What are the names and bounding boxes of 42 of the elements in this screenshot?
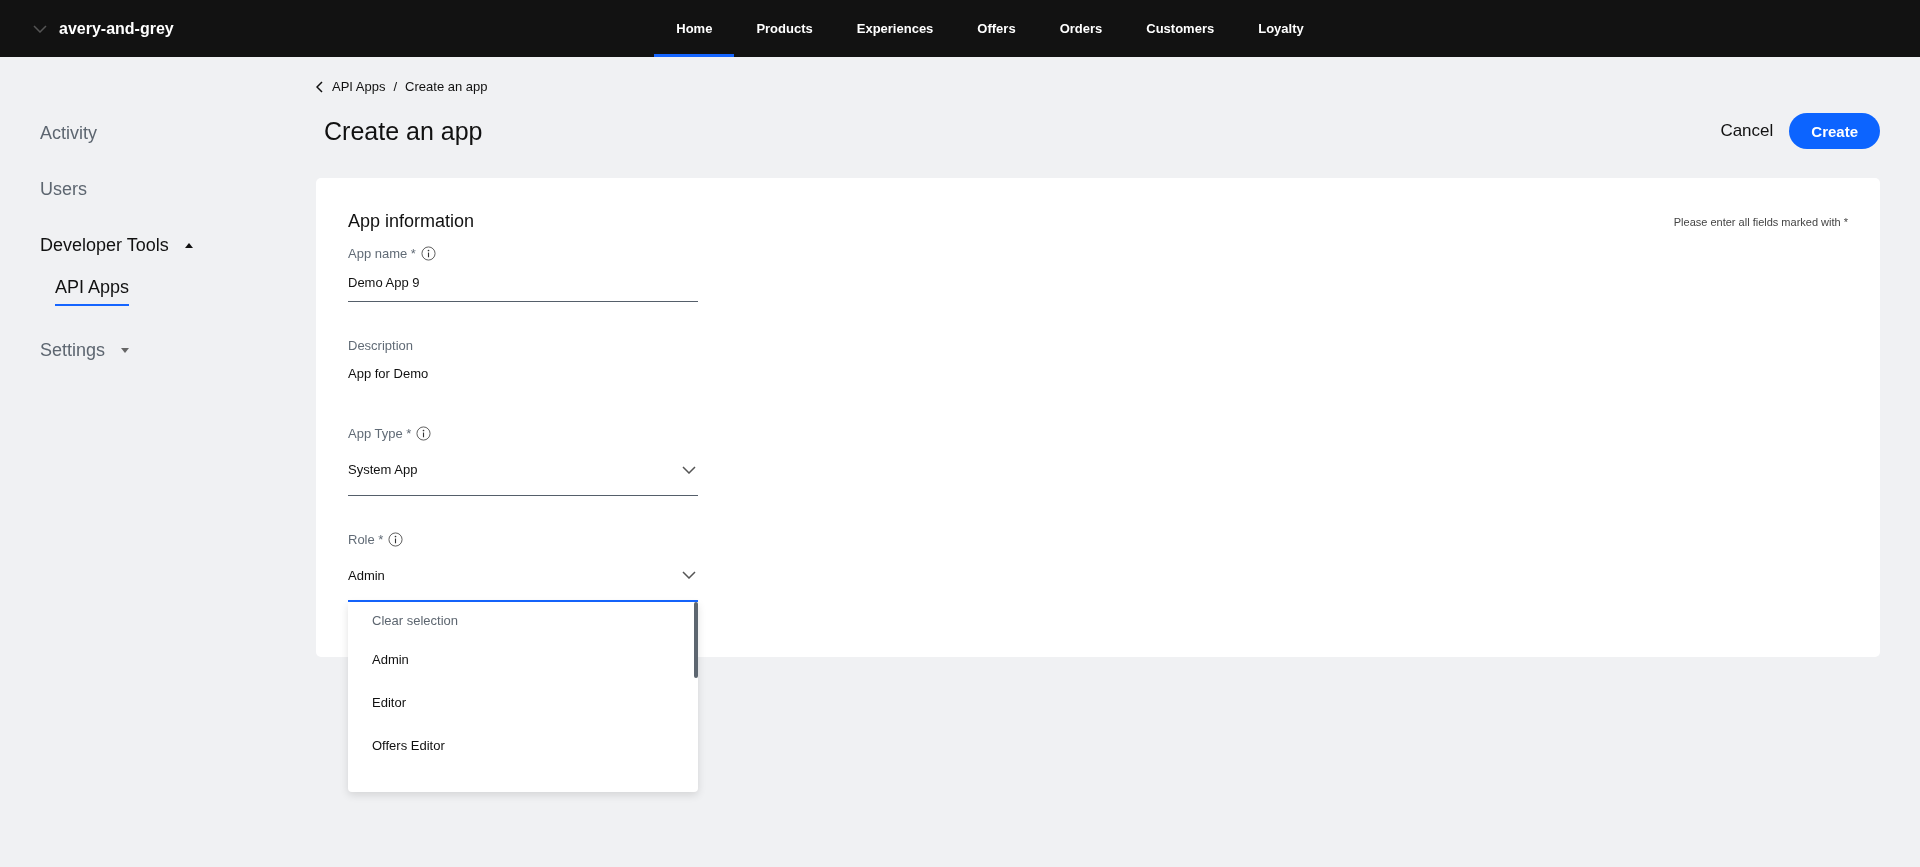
dropdown-option[interactable]: Admin	[348, 638, 698, 681]
chevron-down-icon	[682, 571, 696, 579]
nav-tab[interactable]: Home	[654, 0, 735, 57]
sidebar-item[interactable]: Settings	[40, 322, 130, 378]
sidebar-item[interactable]: Developer Tools	[40, 217, 193, 273]
field-label: Description	[348, 337, 414, 353]
field-value: App for Demo	[348, 364, 430, 383]
info-icon[interactable]	[416, 425, 432, 441]
nav-tab[interactable]: Offers	[955, 0, 1038, 57]
info-icon[interactable]	[388, 531, 404, 547]
info-icon[interactable]	[420, 245, 436, 261]
clear-option[interactable]: Clear selection	[348, 602, 698, 638]
nav-tab[interactable]: Loyalty	[1236, 0, 1326, 57]
field-label: App name *	[348, 245, 416, 261]
field-label: Role *	[348, 531, 384, 547]
create-button[interactable]: Create	[1789, 113, 1880, 149]
required-hint: Please enter all fields marked with *	[1673, 215, 1848, 228]
field-label: App Type *	[348, 425, 412, 441]
sidebar-subitem[interactable]: API Apps	[55, 277, 130, 306]
section-title: App information	[348, 211, 475, 232]
dropdown-option[interactable]: Editor	[348, 681, 698, 724]
brand-name[interactable]: avery-and-grey	[59, 19, 174, 38]
chevron-down-icon	[682, 465, 696, 474]
nav-tab[interactable]: Orders	[1037, 0, 1125, 57]
page-title: Create an app	[324, 116, 484, 146]
dropdown-option[interactable]: Offers Editor	[348, 724, 698, 767]
nav-tab[interactable]: Products	[734, 0, 835, 57]
expand-icon	[121, 347, 130, 353]
input-field[interactable]: Demo App 9	[348, 264, 698, 302]
nav-tab[interactable]: Customers	[1124, 0, 1237, 57]
chevron-down-icon	[33, 24, 47, 33]
cancel-button[interactable]: Cancel	[1714, 120, 1780, 142]
breadcrumb-current: Create an app	[405, 79, 488, 94]
sidebar-item[interactable]: Users	[40, 161, 87, 217]
scrollbar[interactable]	[694, 602, 698, 678]
sidebar-item[interactable]: Activity	[40, 105, 97, 161]
collapse-icon	[184, 242, 193, 248]
select-field[interactable]: System App	[348, 444, 698, 496]
breadcrumb-separator: /	[393, 79, 398, 94]
back-icon[interactable]	[316, 80, 324, 93]
nav-tab[interactable]: Experiences	[834, 0, 956, 57]
breadcrumb-link[interactable]: API Apps	[332, 79, 386, 94]
